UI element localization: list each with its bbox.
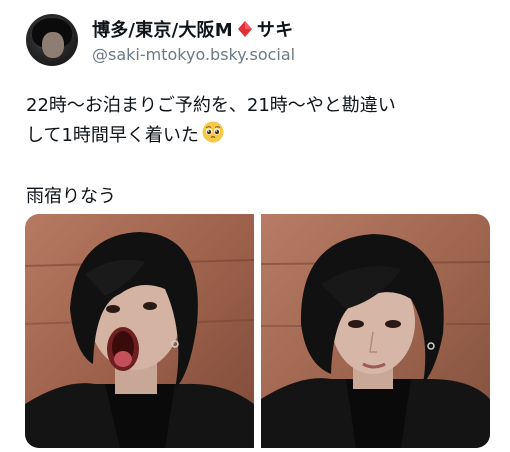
post-line-2-wrap: して1時間早く着いた xyxy=(26,120,496,153)
red-diamond-icon xyxy=(237,21,252,37)
display-name-right[interactable]: サキ xyxy=(257,16,293,42)
post-line-1: 22時〜お泊まりご予約を、21時〜やと勘違い xyxy=(26,95,396,116)
photo-grid xyxy=(25,214,490,448)
photo-right[interactable] xyxy=(261,214,490,448)
avatar-face xyxy=(42,32,64,58)
post-line-3: 雨宿りなう xyxy=(26,186,116,207)
post-card: 博多/東京/大阪M サキ @saki-mtokyo.bsky.social 22… xyxy=(0,0,510,452)
post-body: 22時〜お泊まりご予約を、21時〜やと勘違い して1時間早く着いた 雨宿りなう xyxy=(26,91,496,211)
post-line-2: して1時間早く着いた xyxy=(26,125,199,146)
pleading-face-icon xyxy=(201,120,225,153)
display-name-left[interactable]: 博多/東京/大阪M xyxy=(92,16,233,42)
photo-left[interactable] xyxy=(25,214,254,448)
author-handle[interactable]: @saki-mtokyo.bsky.social xyxy=(92,45,295,64)
author-name-row[interactable]: 博多/東京/大阪M サキ xyxy=(92,17,293,41)
avatar[interactable] xyxy=(26,14,78,66)
